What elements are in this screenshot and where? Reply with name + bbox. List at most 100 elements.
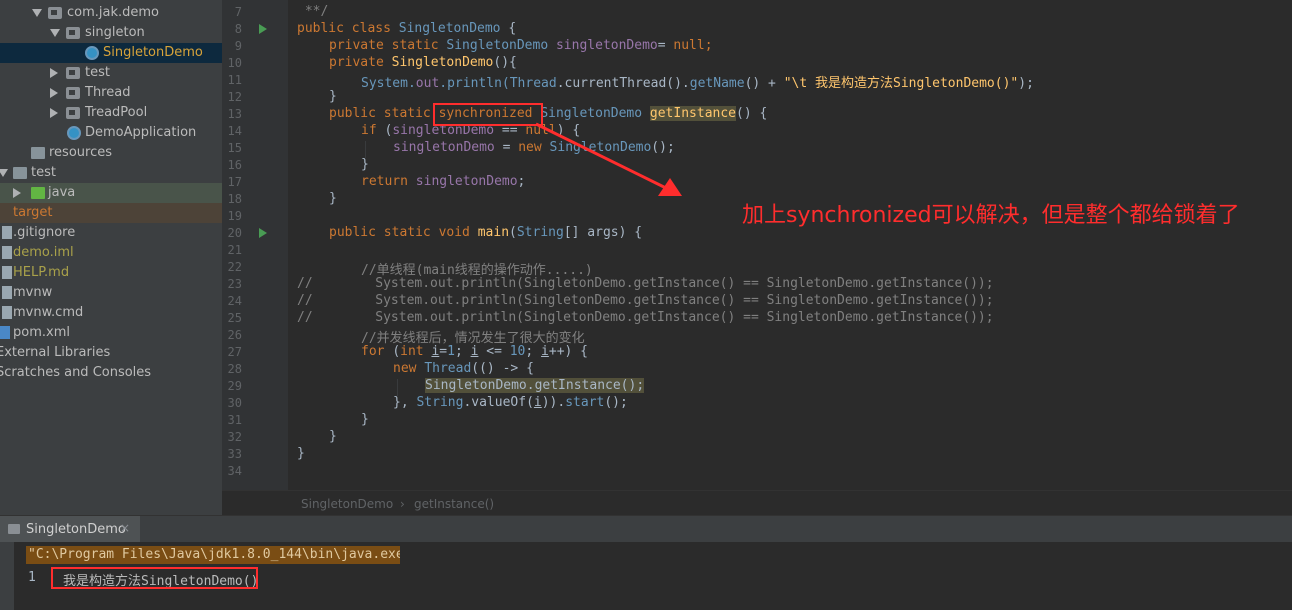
line-number: 17: [227, 175, 242, 189]
chevron-right-icon[interactable]: [50, 88, 58, 98]
tree-item-demo-iml[interactable]: demo.iml: [0, 243, 222, 263]
run-tab-singletondemo[interactable]: SingletonDemo ×: [0, 516, 140, 543]
tree-item-java[interactable]: java: [0, 183, 222, 203]
tree-item-com-jak-demo[interactable]: com.jak.demo: [0, 3, 222, 23]
code-token: public class: [297, 21, 399, 36]
code-token: SingletonDemo: [446, 38, 549, 53]
code-token: }: [361, 157, 369, 172]
breadcrumb-class[interactable]: SingletonDemo: [301, 497, 393, 511]
tree-item-label: TreadPool: [85, 105, 148, 120]
line-number: 18: [227, 192, 242, 206]
tree-item-target[interactable]: target: [0, 203, 222, 223]
code-token: String: [416, 395, 464, 410]
code-token: ;: [525, 344, 542, 359]
tree-item-scratches[interactable]: Scratches and Consoles: [0, 363, 222, 383]
tree-item-treadpool[interactable]: TreadPool: [0, 103, 222, 123]
line-number: 11: [227, 73, 242, 87]
code-line-31: }: [361, 412, 369, 427]
run-main-icon[interactable]: [259, 228, 267, 238]
code-token: ;: [704, 38, 713, 53]
code-token: getName: [689, 76, 745, 91]
code-line-32: }: [329, 429, 337, 444]
chevron-right-icon[interactable]: [50, 68, 58, 78]
tree-item-label: com.jak.demo: [67, 5, 160, 20]
chevron-right-icon[interactable]: [13, 188, 21, 198]
chevron-down-icon[interactable]: [32, 9, 42, 17]
code-token: 10: [509, 344, 526, 359]
code-token: SingletonDemo: [391, 55, 494, 70]
code-token: public static: [329, 106, 439, 121]
code-line-24: // System.out.println(SingletonDemo.getI…: [297, 293, 994, 308]
project-tree: com.jak.demo singleton SingletonDemo tes…: [0, 0, 222, 515]
line-number: 29: [227, 379, 242, 393]
tree-item-gitignore[interactable]: .gitignore: [0, 223, 222, 243]
code-token: [] args) {: [563, 225, 643, 240]
line-number: 19: [227, 209, 242, 223]
code-token: <=: [478, 344, 510, 359]
code-token: }: [329, 191, 337, 206]
code-token: singletonDemo: [393, 140, 495, 155]
code-line-28: new Thread(() -> {: [393, 361, 534, 376]
breadcrumb-method[interactable]: getInstance(): [414, 497, 494, 511]
test-folder-icon: [31, 187, 45, 199]
code-token: },: [393, 395, 417, 410]
code-token: int: [400, 344, 432, 359]
file-icon: [2, 266, 12, 279]
tree-item-mvnw[interactable]: mvnw: [0, 283, 222, 303]
tree-item-pom-xml[interactable]: pom.xml: [0, 323, 222, 343]
code-line-25: // System.out.println(SingletonDemo.getI…: [297, 310, 994, 325]
line-number: 16: [227, 158, 242, 172]
code-token: "\t 我是构造方法SingletonDemo()": [783, 76, 1019, 91]
code-token: for: [361, 344, 393, 359]
code-line-16: }: [361, 157, 369, 172]
code-token: }: [361, 412, 369, 427]
line-number: 28: [227, 362, 242, 376]
code-line-10: private SingletonDemo(){: [329, 55, 517, 70]
package-icon: [66, 107, 80, 119]
code-token: () {: [736, 106, 768, 121]
chevron-right-icon[interactable]: [50, 108, 58, 118]
run-command-line[interactable]: "C:\Program Files\Java\jdk1.8.0_144\bin\…: [26, 546, 400, 564]
tree-item-test-folder[interactable]: test: [0, 163, 222, 183]
chevron-down-icon[interactable]: [50, 29, 60, 37]
code-token: (: [509, 225, 517, 240]
code-token: // System.out.println(SingletonDemo.getI…: [297, 276, 994, 291]
tree-item-label: External Libraries: [0, 345, 111, 360]
tree-item-label: java: [48, 185, 76, 200]
code-line-7: **/: [297, 4, 329, 19]
run-config-icon: [8, 524, 20, 534]
code-line-30: }, String.valueOf(i)).start();: [393, 395, 628, 410]
code-token: // System.out.println(SingletonDemo.getI…: [297, 293, 994, 308]
line-number: 14: [227, 124, 242, 138]
tree-item-external-libraries[interactable]: External Libraries: [0, 343, 222, 363]
chevron-down-icon[interactable]: [0, 169, 8, 177]
code-token: public static void: [329, 225, 478, 240]
close-icon[interactable]: ×: [120, 521, 130, 535]
package-icon: [66, 27, 80, 39]
tree-item-label: DemoApplication: [85, 125, 197, 140]
line-number: 13: [227, 107, 242, 121]
code-token: singletonDemo: [548, 38, 658, 53]
tree-item-help-md[interactable]: HELP.md: [0, 263, 222, 283]
annotation-text: 加上synchronized可以解决，但是整个都给锁着了: [742, 203, 1240, 228]
tree-item-mvnw-cmd[interactable]: mvnw.cmd: [0, 303, 222, 323]
tree-item-resources[interactable]: resources: [0, 143, 222, 163]
tree-item-label: .gitignore: [13, 225, 76, 240]
code-line-18: }: [329, 191, 337, 206]
line-number: 34: [227, 464, 242, 478]
line-number: 8: [234, 22, 242, 36]
tree-item-singleton[interactable]: singleton: [0, 23, 222, 43]
tree-item-singletondemo[interactable]: SingletonDemo: [0, 43, 222, 63]
code-token: String: [516, 225, 564, 240]
code-token: .getInstance();: [526, 378, 645, 393]
line-number: 31: [227, 413, 242, 427]
package-icon: [66, 87, 80, 99]
breadcrumb-separator: ›: [400, 497, 405, 511]
tree-item-demoapplication[interactable]: DemoApplication: [0, 123, 222, 143]
tree-item-thread[interactable]: Thread: [0, 83, 222, 103]
tree-item-test-package[interactable]: test: [0, 63, 222, 83]
code-token: singletonDemo: [415, 174, 518, 189]
run-class-icon[interactable]: [259, 24, 267, 34]
tree-item-label: resources: [49, 145, 113, 160]
folder-icon: [31, 147, 45, 159]
